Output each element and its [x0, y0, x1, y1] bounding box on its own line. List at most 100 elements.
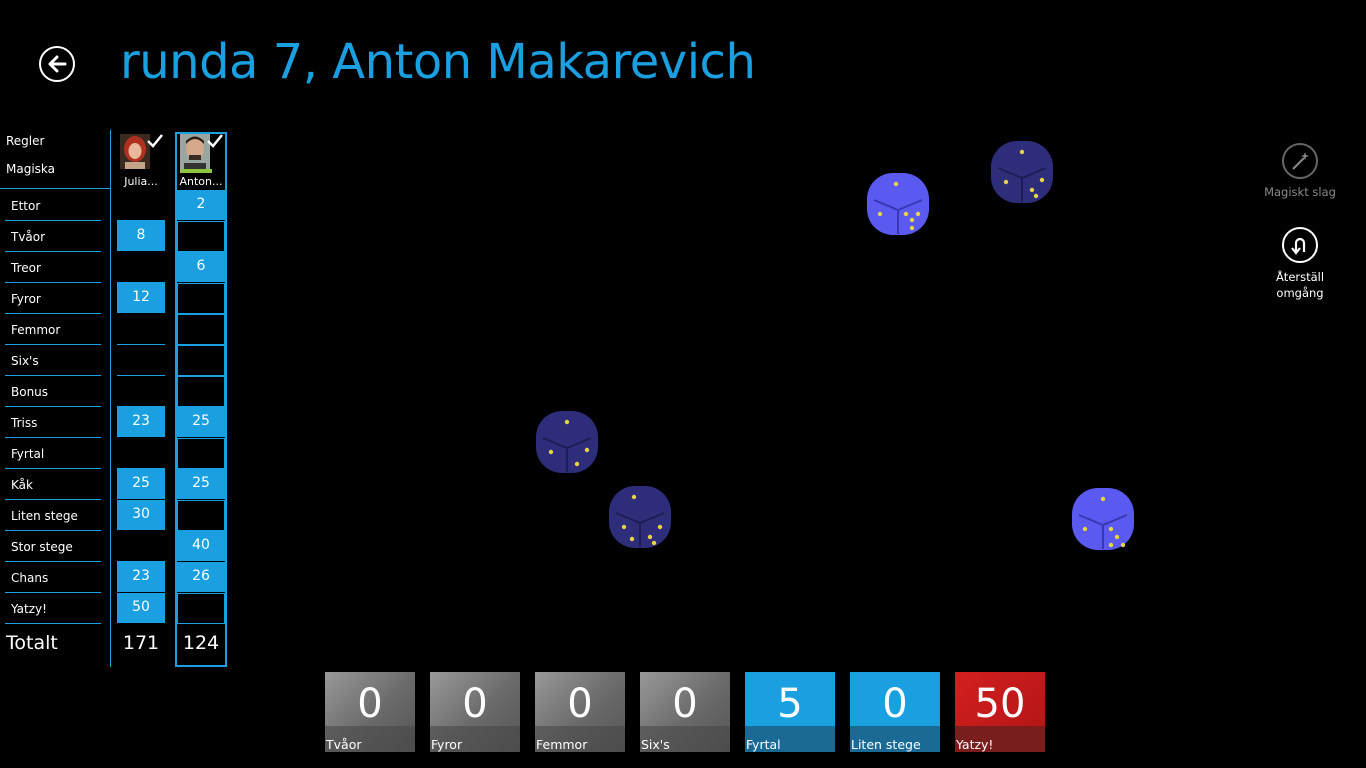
tile-label: Tvåor: [325, 726, 415, 752]
score-cell[interactable]: [177, 221, 225, 252]
magic-wand-icon: [1282, 143, 1318, 179]
score-cell: 25: [177, 407, 225, 437]
score-cell[interactable]: [177, 376, 225, 407]
score-cell: [117, 376, 165, 407]
score-cell: [117, 314, 165, 345]
avatar: [180, 134, 210, 169]
player-name: Anton...: [179, 175, 223, 188]
tile-label: Liten stege: [850, 726, 940, 752]
category-row: Ettor: [5, 190, 101, 221]
score-cell: 23: [117, 562, 165, 592]
category-row: Triss: [5, 407, 101, 438]
score-cell: [117, 438, 165, 469]
die-free[interactable]: [1069, 485, 1137, 553]
score-tile[interactable]: 5 Fyrtal: [745, 672, 835, 752]
score-tile[interactable]: 0 Tvåor: [325, 672, 415, 752]
die-free[interactable]: [864, 170, 932, 238]
back-button[interactable]: [39, 46, 75, 82]
category-row: Stor stege: [5, 531, 101, 562]
score-cell: [117, 252, 165, 283]
score-cell[interactable]: [177, 345, 225, 376]
score-tile[interactable]: 0 Liten stege: [850, 672, 940, 752]
score-cell: 25: [117, 469, 165, 499]
score-cell[interactable]: [177, 593, 225, 624]
category-label: Treor: [11, 261, 41, 275]
score-tile[interactable]: 50 Yatzy!: [955, 672, 1045, 752]
menu-divider: [0, 188, 110, 189]
score-cell: 23: [117, 407, 165, 437]
tile-value: 0: [462, 681, 488, 727]
magic-link[interactable]: Magiska: [6, 162, 55, 176]
score-cell: 8: [117, 221, 165, 251]
player-name: Julia...: [124, 175, 158, 188]
score-cell: 50: [117, 593, 165, 623]
tile-label: Six's: [640, 726, 730, 752]
category-row: Fyrtal: [5, 438, 101, 469]
tile-value: 0: [882, 681, 908, 727]
player-header[interactable]: Anton...: [177, 132, 225, 190]
player-header[interactable]: Julia...: [117, 132, 165, 190]
player-total: 124: [182, 632, 220, 654]
category-label: Ettor: [11, 199, 41, 213]
score-cell: 25: [177, 469, 225, 499]
score-cell[interactable]: [177, 314, 225, 345]
avatar: [120, 134, 150, 169]
category-label: Bonus: [11, 385, 49, 399]
score-cell: [117, 531, 165, 562]
category-label: Yatzy!: [11, 602, 47, 616]
score-tile[interactable]: 0 Six's: [640, 672, 730, 752]
category-label: Fyror: [11, 292, 41, 306]
tile-label: Yatzy!: [955, 726, 1045, 752]
category-label: Six's: [11, 354, 39, 368]
score-cell: 30: [117, 500, 165, 530]
score-tile[interactable]: 0 Femmor: [535, 672, 625, 752]
category-label: Tvåor: [11, 230, 46, 244]
rules-link[interactable]: Regler: [6, 134, 44, 148]
category-label: Fyrtal: [11, 447, 45, 461]
score-cell: [117, 345, 165, 376]
tile-label: Fyror: [430, 726, 520, 752]
tile-value: 50: [974, 681, 1026, 727]
category-label: Triss: [11, 416, 38, 430]
category-label: Stor stege: [11, 540, 73, 554]
score-tile[interactable]: 0 Fyror: [430, 672, 520, 752]
total-label: Totalt: [6, 632, 58, 654]
category-row: Fyror: [5, 283, 101, 314]
category-row: Treor: [5, 252, 101, 283]
category-label: Kåk: [11, 478, 33, 492]
reset-round-button[interactable]: Återställ omgång: [1250, 227, 1350, 301]
page-title: runda 7, Anton Makarevich: [120, 34, 756, 90]
arrow-left-icon: [48, 55, 67, 73]
category-label: Liten stege: [11, 509, 78, 523]
tile-label: Femmor: [535, 726, 625, 752]
category-row: Liten stege: [5, 500, 101, 531]
category-row: Femmor: [5, 314, 101, 345]
die-held[interactable]: [988, 138, 1056, 206]
score-cell: 40: [177, 531, 225, 561]
score-cell[interactable]: [177, 500, 225, 531]
die-held[interactable]: [606, 483, 674, 551]
die-held[interactable]: [533, 408, 601, 476]
category-row: Bonus: [5, 376, 101, 407]
category-row: Tvåor: [5, 221, 101, 252]
tile-label: Fyrtal: [745, 726, 835, 752]
magic-roll-label: Magiskt slag: [1264, 185, 1336, 199]
tile-value: 0: [672, 681, 698, 727]
tile-value: 0: [357, 681, 383, 727]
undo-icon: [1282, 227, 1318, 263]
score-cell: 6: [177, 252, 225, 282]
tile-value: 5: [777, 681, 803, 727]
reset-round-label: Återställ omgång: [1275, 270, 1325, 300]
active-indicator: [180, 169, 212, 173]
score-cell[interactable]: [177, 438, 225, 469]
category-row: Kåk: [5, 469, 101, 500]
category-row: Yatzy!: [5, 593, 101, 624]
score-cell[interactable]: [177, 283, 225, 314]
category-label: Chans: [11, 571, 49, 585]
check-icon: [207, 134, 223, 148]
category-label: Femmor: [11, 323, 61, 337]
score-cell: 26: [177, 562, 225, 592]
scoreboard-divider: [110, 130, 111, 667]
magic-roll-button[interactable]: Magiskt slag: [1250, 143, 1350, 199]
category-row: Chans: [5, 562, 101, 593]
